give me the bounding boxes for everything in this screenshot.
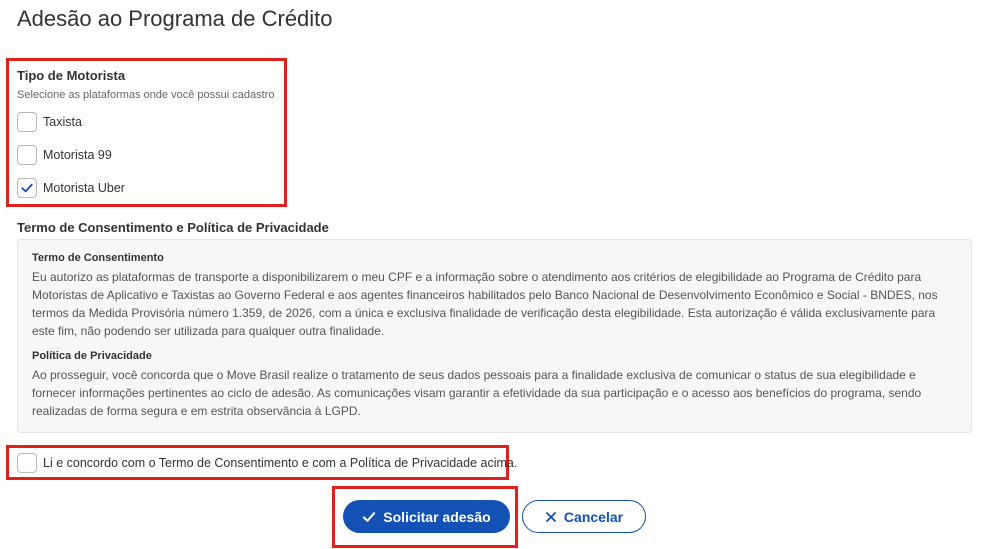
checkbox-option-taxista[interactable]: Taxista: [17, 112, 82, 132]
submit-button[interactable]: Solicitar adesão: [343, 500, 510, 533]
checkbox-option-motorista-uber[interactable]: Motorista Uber: [17, 178, 125, 198]
submit-button-label: Solicitar adesão: [383, 508, 491, 525]
terms-section-label: Termo de Consentimento e Política de Pri…: [17, 220, 329, 235]
page-title: Adesão ao Programa de Crédito: [17, 6, 333, 31]
checkmark-icon: [21, 183, 33, 193]
checkbox-label: Motorista 99: [43, 148, 112, 162]
consent-text: Eu autorizo as plataformas de transporte…: [32, 270, 938, 338]
checkbox-label: Motorista Uber: [43, 181, 125, 195]
close-icon: [545, 511, 557, 523]
credit-program-form: Adesão ao Programa de Crédito Tipo de Mo…: [0, 0, 984, 549]
privacy-title: Política de Privacidade: [32, 350, 152, 362]
checkbox-taxista[interactable]: [17, 112, 37, 132]
agreement-checkbox-row[interactable]: Li e concordo com o Termo de Consentimen…: [17, 453, 517, 473]
checkbox-label: Taxista: [43, 115, 82, 129]
agreement-label: Li e concordo com o Termo de Consentimen…: [43, 456, 518, 470]
check-icon: [362, 510, 376, 524]
privacy-text: Ao prosseguir, você concorda que o Move …: [32, 368, 922, 418]
checkbox-motorista-99[interactable]: [17, 145, 37, 165]
checkbox-option-motorista-99[interactable]: Motorista 99: [17, 145, 112, 165]
checkbox-motorista-uber[interactable]: [17, 178, 37, 198]
cancel-button-label: Cancelar: [563, 508, 624, 525]
driver-type-label: Tipo de Motorista: [17, 68, 126, 83]
terms-box: Termo de Consentimento Eu autorizo as pl…: [17, 239, 972, 433]
agreement-checkbox[interactable]: [17, 453, 37, 473]
consent-title: Termo de Consentimento: [32, 252, 164, 264]
driver-type-hint: Selecione as plataformas onde você possu…: [17, 89, 275, 101]
cancel-button[interactable]: Cancelar: [522, 500, 646, 533]
